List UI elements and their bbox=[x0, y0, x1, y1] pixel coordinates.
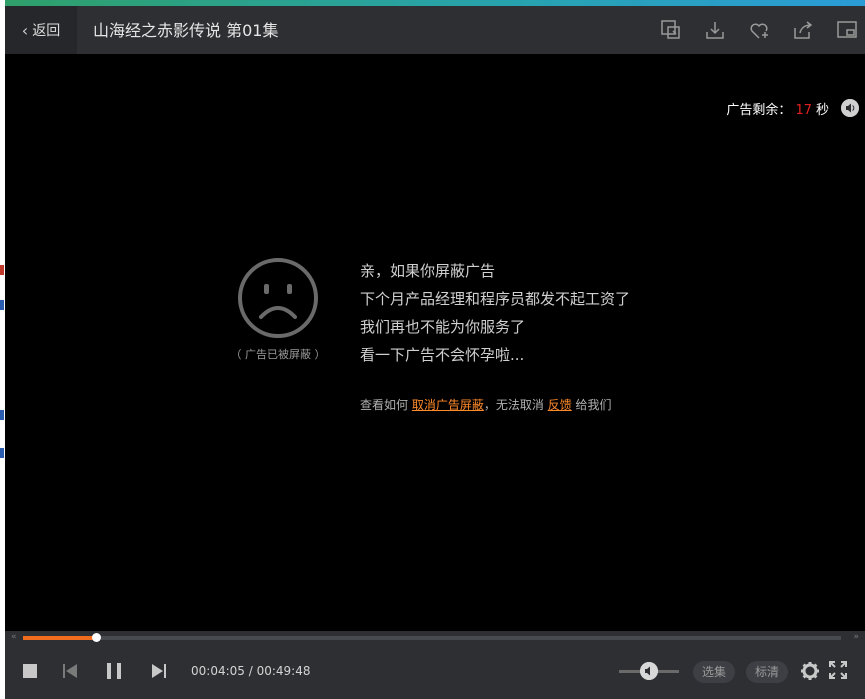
pause-icon[interactable] bbox=[104, 661, 124, 681]
quality-button[interactable]: 标清 bbox=[746, 661, 789, 683]
ad-block-hint: 查看如何 取消广告屏蔽，无法取消 反馈 给我们 bbox=[360, 396, 612, 413]
ad-countdown-seconds: 17 bbox=[795, 103, 812, 118]
background-page-mark bbox=[0, 300, 4, 310]
sad-face-icon bbox=[238, 258, 318, 338]
time-separator: / bbox=[244, 664, 257, 678]
rewind-edge-icon[interactable]: « bbox=[11, 632, 17, 642]
player-control-bar: « » 00:04:05 / 00:49:48 选集 标清 bbox=[5, 631, 865, 699]
share-icon[interactable] bbox=[791, 18, 815, 42]
screenshot-icon[interactable] bbox=[659, 18, 683, 42]
chevron-left-icon: ‹ bbox=[21, 20, 29, 40]
ad-countdown: 广告剩余： 17 秒 bbox=[726, 99, 829, 118]
message-line: 下个月产品经理和程序员都发不起工资了 bbox=[360, 290, 631, 308]
title-toolbar bbox=[639, 18, 859, 42]
message-line: 亲，如果你屏蔽广告 bbox=[360, 262, 496, 280]
feedback-link[interactable]: 反馈 bbox=[548, 398, 572, 412]
volume-icon[interactable] bbox=[640, 662, 658, 680]
message-line: 看一下广告不会怀孕啦... bbox=[360, 346, 525, 364]
background-page-mark bbox=[0, 448, 4, 458]
stop-icon[interactable] bbox=[20, 661, 40, 681]
episodes-button[interactable]: 选集 bbox=[693, 661, 736, 683]
title-bar: ‹ 返回 山海经之赤影传说 第01集 bbox=[5, 6, 865, 54]
mini-window-icon[interactable] bbox=[835, 18, 859, 42]
next-icon[interactable] bbox=[149, 661, 169, 681]
total-time: 00:49:48 bbox=[256, 664, 311, 678]
progress-bar[interactable] bbox=[23, 633, 841, 642]
background-page-mark bbox=[0, 410, 4, 420]
hint-prefix: 查看如何 bbox=[360, 398, 409, 412]
volume-mute-icon[interactable] bbox=[841, 99, 859, 117]
hint-middle: ，无法取消 bbox=[483, 398, 544, 412]
video-area[interactable]: 广告剩余： 17 秒 （ 广告已被屏蔽 ） 亲，如果你屏蔽广告 下个月产品经理和程序… bbox=[5, 54, 865, 631]
ad-block-message: 亲，如果你屏蔽广告 下个月产品经理和程序员都发不起工资了 我们再也不能为你服务了… bbox=[360, 257, 630, 369]
ad-blocked-label: （ 广告已被屏蔽 ） bbox=[230, 348, 326, 361]
forward-edge-icon[interactable]: » bbox=[853, 632, 859, 642]
progress-handle[interactable] bbox=[91, 633, 101, 642]
back-label: 返回 bbox=[32, 23, 61, 39]
previous-icon[interactable] bbox=[60, 661, 80, 681]
video-title: 山海经之赤影传说 第01集 bbox=[93, 21, 279, 40]
message-line: 我们再也不能为你服务了 bbox=[360, 318, 526, 336]
gear-icon[interactable] bbox=[800, 661, 820, 681]
unblock-ads-link[interactable]: 取消广告屏蔽 bbox=[412, 398, 484, 412]
current-time: 00:04:05 bbox=[191, 664, 245, 678]
download-icon[interactable] bbox=[703, 18, 727, 42]
playback-time: 00:04:05 / 00:49:48 bbox=[191, 664, 310, 678]
ad-countdown-unit: 秒 bbox=[815, 103, 829, 118]
back-button[interactable]: ‹ 返回 bbox=[5, 6, 77, 54]
fullscreen-icon[interactable] bbox=[829, 661, 847, 679]
favorite-add-icon[interactable] bbox=[747, 18, 771, 42]
video-player-window: ‹ 返回 山海经之赤影传说 第01集 广告剩余： 17 秒 （ 广告已被屏蔽 ）… bbox=[5, 0, 865, 699]
background-page-mark bbox=[0, 265, 4, 275]
progress-fill bbox=[23, 636, 96, 640]
ad-countdown-label: 广告剩余： bbox=[726, 103, 792, 118]
hint-suffix: 给我们 bbox=[575, 398, 612, 412]
